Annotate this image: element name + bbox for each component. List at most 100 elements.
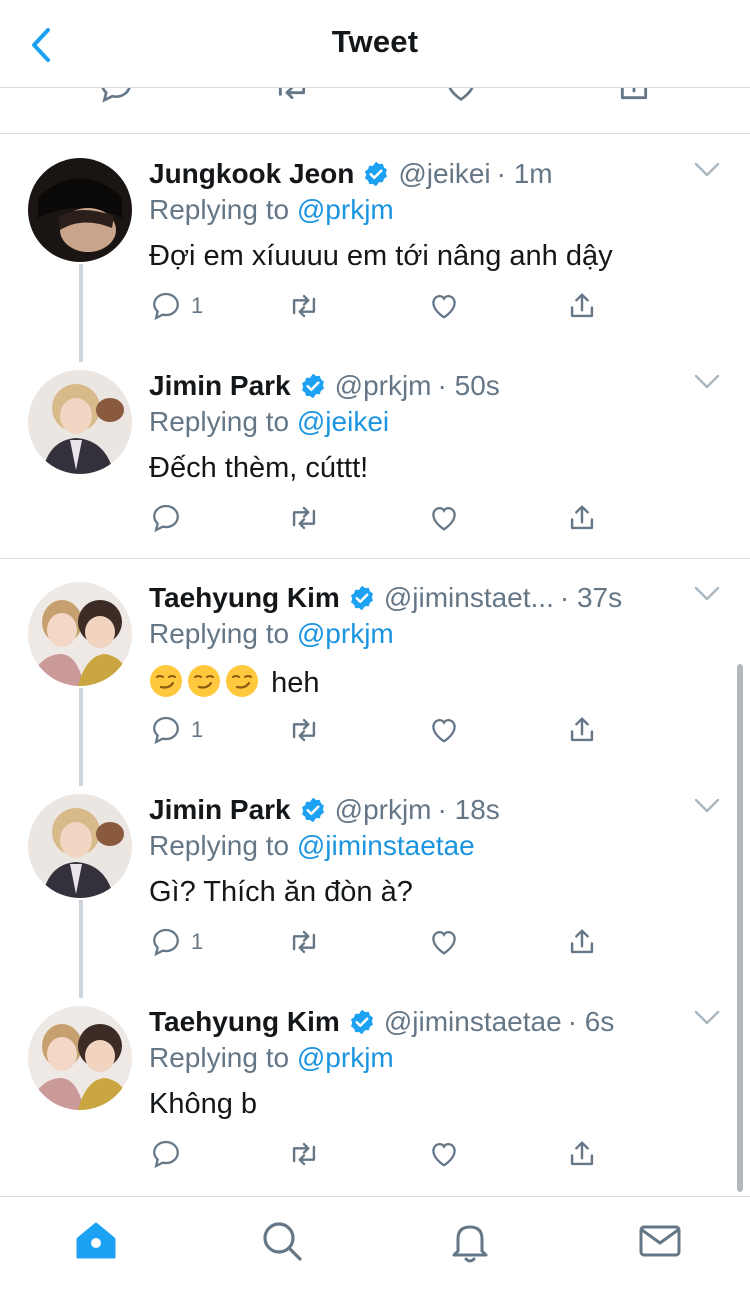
divider <box>0 558 750 559</box>
mention-link[interactable]: @prkjm <box>297 1042 394 1073</box>
share-icon <box>570 929 594 954</box>
retweet-button[interactable] <box>287 710 321 750</box>
replying-label: Replying to <box>149 1042 290 1073</box>
mail-icon[interactable] <box>636 1217 684 1265</box>
tweet-actions: 1 <box>149 710 609 754</box>
smirk-emoji-icon <box>226 665 258 697</box>
share-button[interactable] <box>565 710 599 750</box>
timestamp: · 6s <box>567 1006 615 1037</box>
reply-button[interactable] <box>149 498 191 538</box>
smirk-emoji-icon <box>188 665 220 697</box>
mention-link[interactable]: @jiminstaetae <box>297 830 475 861</box>
tweet-actions <box>149 1134 609 1178</box>
comment-icon <box>153 928 179 957</box>
tweet-text: heh <box>149 664 319 700</box>
share-button[interactable] <box>565 498 599 538</box>
share-button[interactable] <box>565 286 599 326</box>
search-icon[interactable] <box>258 1217 306 1265</box>
replying-label: Replying to <box>149 406 290 437</box>
verified-badge-icon <box>301 373 324 399</box>
comment-icon[interactable] <box>96 88 136 106</box>
avatar[interactable] <box>28 582 132 686</box>
retweet-button[interactable] <box>287 922 321 962</box>
bell-icon[interactable] <box>446 1217 494 1265</box>
smirk-emoji-icon <box>150 665 182 697</box>
user-handle[interactable]: @jeikei <box>398 158 490 190</box>
user-handle[interactable]: @jiminstaetae <box>384 1006 562 1038</box>
user-handle[interactable]: @prkjm <box>335 370 432 402</box>
retweet-icon <box>292 506 316 530</box>
retweet-icon[interactable] <box>272 88 312 106</box>
replying-to: Replying to @prkjm <box>149 1042 394 1074</box>
chevron-down-icon[interactable] <box>694 374 720 390</box>
mention-link[interactable]: @prkjm <box>297 194 394 225</box>
mention-link[interactable]: @prkjm <box>297 618 394 649</box>
display-name[interactable]: Taehyung Kim <box>149 1006 340 1038</box>
reply-button[interactable] <box>149 1134 191 1174</box>
display-name[interactable]: Taehyung Kim <box>149 582 340 614</box>
avatar[interactable] <box>28 794 132 898</box>
tweet-text-content: heh <box>271 667 320 699</box>
retweet-icon <box>292 294 316 318</box>
heart-icon <box>432 294 456 319</box>
reply-button[interactable]: 1 <box>149 286 203 326</box>
replying-label: Replying to <box>149 194 290 225</box>
mention-link[interactable]: @jeikei <box>297 406 389 437</box>
comment-icon <box>153 1140 179 1169</box>
tweet-actions: 1 <box>149 286 609 330</box>
share-icon <box>570 717 594 742</box>
timestamp: · 50s <box>437 370 500 401</box>
timestamp: · 18s <box>437 794 500 825</box>
tweet-text: Đếch thèm, cúttt! <box>149 452 369 484</box>
user-handle[interactable]: @jiminstaet... <box>384 582 554 614</box>
replying-label: Replying to <box>149 618 290 649</box>
avatar[interactable] <box>28 158 132 262</box>
verified-badge-icon <box>350 1009 373 1035</box>
page-title: Tweet <box>331 24 419 59</box>
scrollbar[interactable] <box>737 664 743 1192</box>
like-button[interactable] <box>427 1134 461 1174</box>
avatar[interactable] <box>28 1006 132 1110</box>
display-name[interactable]: Jimin Park <box>149 794 291 826</box>
avatar[interactable] <box>28 370 132 474</box>
retweet-button[interactable] <box>287 1134 321 1174</box>
tweet[interactable]: Taehyung Kim @jiminstaetae · 6s Replying… <box>0 984 750 1196</box>
retweet-icon <box>292 930 316 954</box>
like-button[interactable] <box>427 498 461 538</box>
share-button[interactable] <box>565 922 599 962</box>
share-button[interactable] <box>565 1134 599 1174</box>
retweet-icon <box>292 718 316 742</box>
tweet-text: Đợi em xíuuuu em tới nâng anh dậy <box>149 240 613 272</box>
reply-button[interactable]: 1 <box>149 922 203 962</box>
reply-count: 1 <box>191 293 204 318</box>
tweet[interactable]: Jimin Park @prkjm · 50s Replying to @jei… <box>0 348 750 560</box>
tweet[interactable]: Taehyung Kim @jiminstaet... · 37s Replyi… <box>0 560 750 772</box>
user-handle[interactable]: @prkjm <box>335 794 432 826</box>
replying-to: Replying to @prkjm <box>149 194 394 226</box>
comment-icon <box>153 292 179 321</box>
like-button[interactable] <box>427 286 461 326</box>
share-icon[interactable] <box>614 88 654 106</box>
chevron-down-icon[interactable] <box>694 586 720 602</box>
heart-icon <box>432 1142 456 1167</box>
tweet[interactable]: Jimin Park @prkjm · 18s Replying to @jim… <box>0 772 750 984</box>
replying-to: Replying to @jeikei <box>149 406 389 438</box>
like-button[interactable] <box>427 922 461 962</box>
timestamp: · 1m <box>496 158 553 189</box>
reply-button[interactable]: 1 <box>149 710 203 750</box>
chevron-down-icon[interactable] <box>694 798 720 814</box>
display-name[interactable]: Jimin Park <box>149 370 291 402</box>
tweet-text: Không b <box>149 1088 258 1120</box>
chevron-down-icon[interactable] <box>694 162 720 178</box>
retweet-button[interactable] <box>287 498 321 538</box>
heart-icon[interactable] <box>441 88 481 106</box>
display-name[interactable]: Jungkook Jeon <box>149 158 354 190</box>
share-icon <box>570 1141 594 1166</box>
retweet-button[interactable] <box>287 286 321 326</box>
verified-badge-icon <box>301 797 324 823</box>
tweet[interactable]: Jungkook Jeon @jeikei · 1m Replying to @… <box>0 136 750 348</box>
like-button[interactable] <box>427 710 461 750</box>
share-icon <box>570 293 594 318</box>
home-icon[interactable] <box>72 1217 120 1265</box>
chevron-down-icon[interactable] <box>694 1010 720 1026</box>
